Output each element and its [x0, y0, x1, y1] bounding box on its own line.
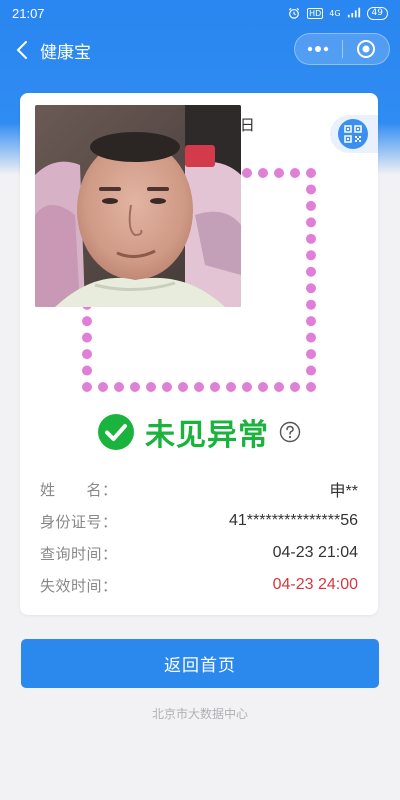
frame-dot — [178, 382, 188, 392]
info-label: 身份证号： — [40, 512, 118, 531]
frame-dot — [306, 316, 316, 327]
frame-dot — [290, 168, 300, 178]
frame-dot — [242, 168, 252, 178]
frame-dot — [306, 250, 316, 261]
info-value-name: 申** — [329, 483, 358, 500]
more-dots-icon — [308, 46, 329, 52]
frame-dot — [82, 382, 92, 392]
status-bar: 21:07 HD 4G 49 — [0, 0, 400, 26]
frame-dot — [258, 168, 268, 178]
health-status-label: 未见异常 — [145, 418, 269, 453]
frame-dot — [242, 382, 252, 392]
status-icons: HD 4G 49 — [287, 6, 388, 20]
frame-dot — [194, 382, 204, 392]
frame-dot — [306, 217, 316, 228]
frame-dot — [306, 168, 316, 178]
frame-dot — [162, 382, 172, 392]
qr-code-icon — [344, 125, 362, 143]
nav-bar: 健康宝 — [0, 30, 400, 70]
frame-dot — [226, 382, 236, 392]
frame-dot — [306, 382, 316, 392]
info-label: 失效时间： — [40, 576, 118, 595]
target-close-icon — [356, 40, 375, 58]
frame-dot — [306, 349, 316, 360]
info-value-id: 41***************56 — [229, 512, 358, 529]
back-button[interactable] — [4, 30, 40, 70]
frame-dot — [306, 299, 316, 310]
frame-dot — [306, 184, 316, 195]
health-card: 北京健康宝 2020年04月23日 21:07:10 — [20, 93, 378, 615]
info-row-query-time: 查询时间： 04-23 21:04 — [40, 537, 358, 569]
frame-dot — [306, 266, 316, 277]
frame-dot — [82, 365, 92, 376]
qr-code-icon-wrap — [338, 119, 368, 149]
frame-dot — [258, 382, 268, 392]
frame-dot — [130, 382, 140, 392]
status-time: 21:07 — [12, 5, 45, 21]
frame-dot — [290, 382, 300, 392]
alarm-icon — [288, 7, 300, 19]
qr-code-button[interactable] — [330, 115, 378, 153]
frame-dot — [306, 200, 316, 211]
miniapp-capsule — [294, 33, 390, 65]
help-icon[interactable] — [279, 421, 301, 443]
health-status-row: 未见异常 — [20, 411, 378, 453]
more-button[interactable] — [295, 34, 342, 64]
hd-indicator: HD — [307, 7, 324, 19]
frame-dot — [146, 382, 156, 392]
frame-dot — [82, 349, 92, 360]
info-value-expire-time: 04-23 24:00 — [272, 576, 358, 593]
info-label: 查询时间： — [40, 544, 118, 563]
frame-dot — [98, 382, 108, 392]
battery-indicator: 49 — [366, 6, 388, 20]
frame-dot — [210, 382, 220, 392]
info-value-query-time: 04-23 21:04 — [272, 544, 358, 561]
info-row-expire-time: 失效时间： 04-23 24:00 — [40, 569, 358, 601]
frame-dot — [82, 332, 92, 343]
close-miniapp-button[interactable] — [343, 34, 390, 64]
page-title: 健康宝 — [40, 42, 91, 63]
frame-dot — [306, 365, 316, 376]
frame-dot — [82, 316, 92, 327]
footer-provider: 北京市大数据中心 — [151, 707, 248, 721]
info-row-id: 身份证号： 41***************56 — [40, 505, 358, 537]
info-list: 姓 名： 申** 身份证号： 41***************56 查询时间：… — [40, 473, 358, 601]
info-row-name: 姓 名： 申** — [40, 473, 358, 505]
check-circle-icon — [98, 414, 134, 450]
frame-dot — [306, 332, 316, 343]
signal-icon — [347, 7, 360, 18]
frame-dot — [306, 233, 316, 244]
network-4g-indicator: 4G — [329, 8, 341, 18]
user-photo — [35, 105, 241, 307]
frame-dot — [274, 382, 284, 392]
chevron-left-icon — [16, 41, 27, 59]
frame-dot — [114, 382, 124, 392]
frame-dot — [306, 283, 316, 294]
return-home-button[interactable]: 返回首页 — [21, 639, 379, 688]
info-label: 姓 名： — [40, 480, 118, 499]
frame-dot — [274, 168, 284, 178]
